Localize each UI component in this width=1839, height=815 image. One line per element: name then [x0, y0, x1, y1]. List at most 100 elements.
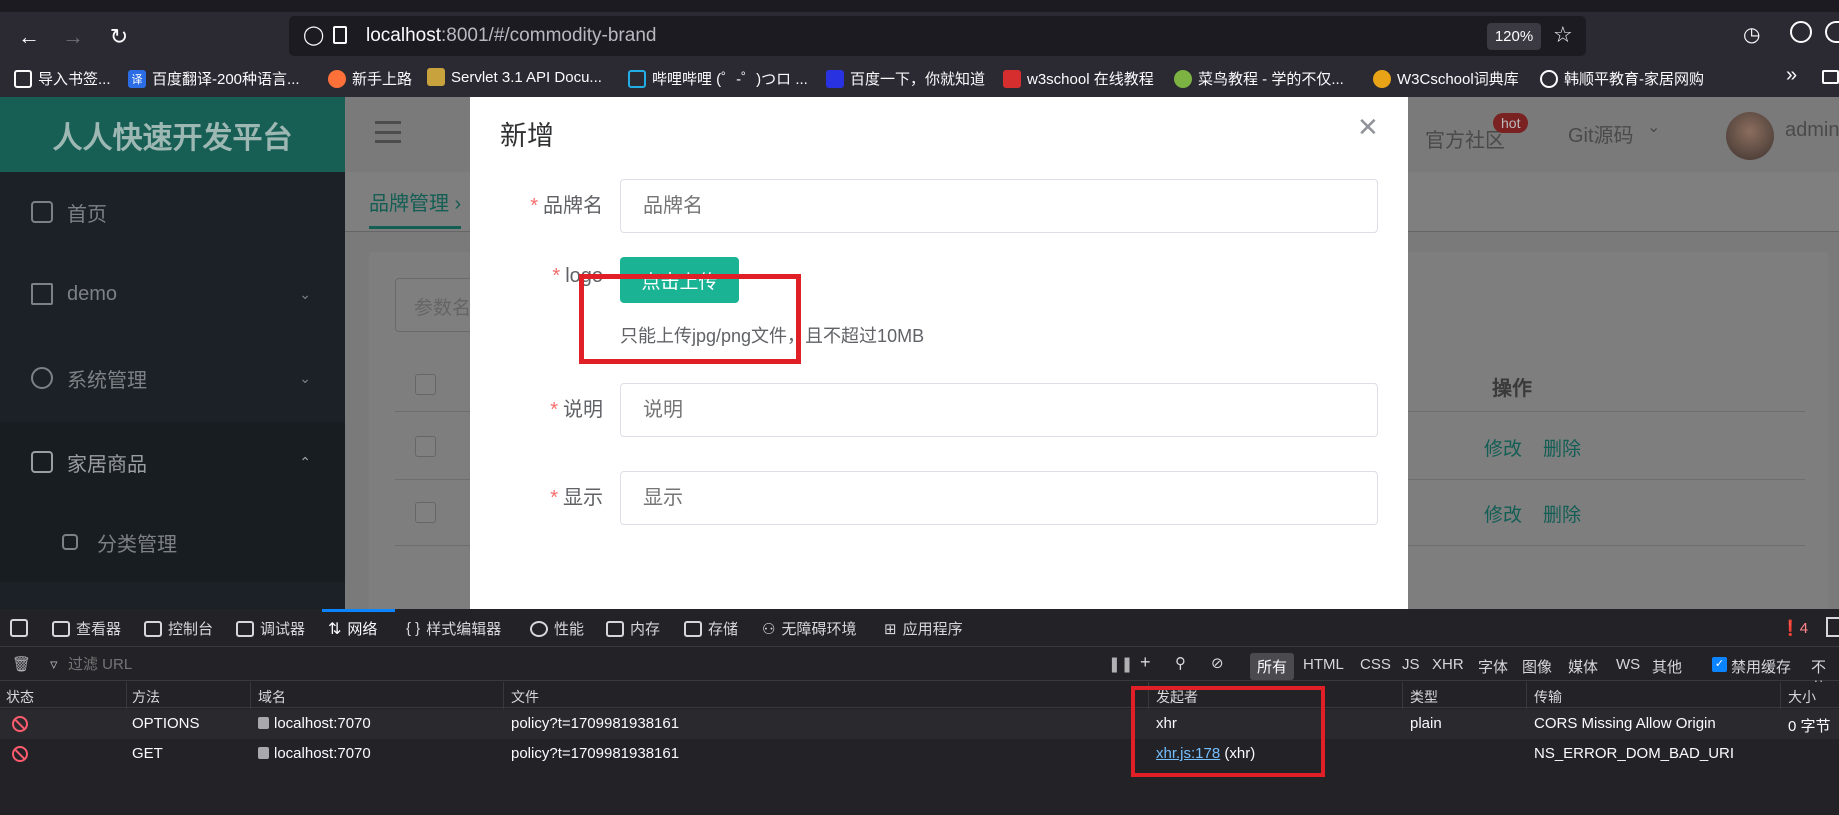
plus-icon[interactable]: + — [1140, 652, 1151, 673]
filter-html[interactable]: HTML — [1303, 656, 1344, 673]
bookmark-item[interactable]: 菜鸟教程 - 学的不仅... — [1174, 68, 1344, 89]
column-status[interactable]: 状态 — [6, 687, 34, 707]
community-link[interactable]: 官方社区 — [1425, 124, 1505, 153]
sidebar-item-category[interactable]: 分类管理 — [0, 502, 345, 582]
bookmark-label: 百度一下，你就知道 — [850, 71, 986, 88]
tab-label: 无障碍环境 — [781, 621, 857, 638]
tab-application[interactable]: ⊞ 应用程序 — [884, 618, 963, 639]
w3cschool-icon — [1373, 69, 1391, 88]
trash-icon[interactable]: 🗑 — [12, 655, 31, 673]
row-checkbox[interactable] — [415, 502, 436, 523]
chevron-down-icon: ⌄ — [299, 369, 311, 386]
chevron-double-right-icon[interactable]: » — [1786, 64, 1797, 87]
filter-ws[interactable]: WS — [1616, 656, 1640, 673]
edit-link[interactable]: 修改 — [1484, 500, 1522, 527]
tab-performance[interactable]: 性能 — [530, 618, 584, 639]
hamburger-menu-icon[interactable] — [375, 121, 401, 143]
sidebar-item-home[interactable]: 首页 — [0, 172, 345, 252]
sidebar-item-system[interactable]: 系统管理 ⌄ — [0, 338, 345, 418]
firefox-icon — [328, 69, 346, 88]
star-bookmark-icon[interactable]: ☆ — [1553, 22, 1573, 48]
page-icon[interactable] — [333, 26, 347, 44]
git-source-link[interactable]: Git源码 — [1568, 119, 1634, 148]
tab-style-editor[interactable]: { } 样式编辑器 — [406, 618, 501, 639]
filter-media[interactable]: 媒体 — [1568, 656, 1598, 677]
block-icon[interactable]: ⊘ — [1211, 654, 1224, 672]
sidebar-item-home-goods[interactable]: 家居商品 ⌃ — [0, 422, 345, 502]
filter-image[interactable]: 图像 — [1522, 656, 1552, 677]
back-button[interactable]: ← — [12, 20, 46, 54]
column-size[interactable]: 大小 — [1788, 687, 1816, 707]
disable-cache-checkbox[interactable]: ✓ — [1712, 657, 1727, 672]
tab-inspector[interactable]: 查看器 — [52, 618, 121, 639]
bookmark-item[interactable]: Servlet 3.1 API Docu... — [427, 68, 602, 86]
request-file: policy?t=1709981938161 — [511, 715, 680, 732]
request-row[interactable]: GET localhost:7070 policy?t=170998193816… — [0, 739, 1839, 769]
element-picker-icon[interactable] — [10, 619, 28, 637]
tab-debugger[interactable]: 调试器 — [236, 618, 305, 639]
bookmark-item[interactable]: 韩顺平教育-家居网购 — [1540, 68, 1704, 89]
tab-accessibility[interactable]: ⚇ 无障碍环境 — [762, 618, 856, 639]
bookmark-item[interactable]: 译百度翻译-200种语言... — [128, 68, 300, 89]
description-input[interactable] — [620, 383, 1378, 437]
bookmark-item[interactable]: 百度一下，你就知道 — [826, 68, 985, 89]
filter-all[interactable]: 所有 — [1250, 653, 1295, 680]
tab-network[interactable]: ⇅ 网络 — [328, 618, 377, 639]
home-icon — [31, 201, 53, 223]
search-icon[interactable]: ⚲ — [1175, 654, 1186, 672]
sidebar-item-demo[interactable]: demo ⌄ — [0, 254, 345, 334]
bookmark-item[interactable]: 新手上路 — [328, 68, 412, 89]
tab-console[interactable]: 控制台 — [144, 618, 213, 639]
dock-icon[interactable] — [1826, 617, 1839, 637]
filter-font[interactable]: 字体 — [1478, 656, 1508, 677]
column-method[interactable]: 方法 — [132, 687, 160, 707]
bookmark-item[interactable]: w3school 在线教程 — [1003, 68, 1154, 89]
brand-name-input[interactable] — [620, 179, 1378, 233]
w3school-icon — [1003, 69, 1021, 88]
reload-button[interactable]: ↻ — [102, 20, 136, 54]
filter-css[interactable]: CSS — [1360, 656, 1391, 673]
sidebar-item-label: 分类管理 — [97, 533, 177, 556]
category-icon — [62, 534, 78, 550]
filter-xhr[interactable]: XHR — [1432, 656, 1464, 673]
delete-link[interactable]: 删除 — [1543, 434, 1581, 461]
avatar[interactable] — [1726, 112, 1774, 160]
bookmark-item[interactable]: 哔哩哔哩 (゜-゜)つロ ... — [628, 68, 808, 89]
column-file[interactable]: 文件 — [511, 687, 539, 707]
filter-js[interactable]: JS — [1402, 656, 1420, 673]
bookmark-item[interactable]: W3Cschool词典库 — [1373, 68, 1519, 89]
close-icon[interactable]: ✕ — [1357, 112, 1379, 143]
bookmark-label: W3Cschool词典库 — [1397, 71, 1519, 88]
show-input[interactable] — [620, 471, 1378, 525]
column-type[interactable]: 类型 — [1410, 687, 1438, 707]
column-transfer[interactable]: 传输 — [1534, 687, 1562, 707]
select-all-checkbox[interactable] — [415, 374, 436, 395]
request-row[interactable]: OPTIONS localhost:7070 policy?t=17099819… — [0, 709, 1839, 739]
bookmark-item[interactable]: 导入书签... — [14, 68, 111, 89]
chevron-down-icon: ⌄ — [299, 285, 311, 302]
tab-storage[interactable]: 存储 — [684, 618, 738, 639]
forward-button[interactable]: → — [56, 20, 90, 54]
domain-text: localhost:7070 — [274, 745, 371, 762]
tab-brand-management[interactable]: 品牌管理 › — [369, 187, 462, 229]
url-text[interactable]: localhost:8001/#/commodity-brand — [366, 25, 656, 47]
extensions-icon[interactable] — [1825, 21, 1839, 43]
filter-other[interactable]: 其他 — [1652, 656, 1682, 677]
shield-icon[interactable]: ◯ — [303, 24, 324, 47]
pocket-icon[interactable]: ◷ — [1743, 22, 1760, 47]
account-icon[interactable] — [1790, 21, 1812, 43]
zoom-indicator[interactable]: 120% — [1487, 23, 1541, 50]
folder-icon[interactable] — [1822, 70, 1839, 84]
row-checkbox[interactable] — [415, 436, 436, 457]
error-count-badge[interactable]: ❗4 — [1781, 619, 1808, 637]
user-name[interactable]: admin — [1785, 119, 1839, 142]
delete-link[interactable]: 删除 — [1543, 500, 1581, 527]
filter-url-input[interactable] — [68, 652, 368, 676]
pause-icon[interactable]: ❚❚ — [1108, 655, 1133, 673]
label-text: 显示 — [563, 487, 603, 509]
column-domain[interactable]: 域名 — [258, 687, 286, 707]
tab-label: 应用程序 — [902, 621, 963, 638]
url-bar[interactable]: ◯ localhost:8001/#/commodity-brand 120% … — [289, 16, 1586, 56]
tab-memory[interactable]: 内存 — [606, 618, 660, 639]
edit-link[interactable]: 修改 — [1484, 434, 1522, 461]
